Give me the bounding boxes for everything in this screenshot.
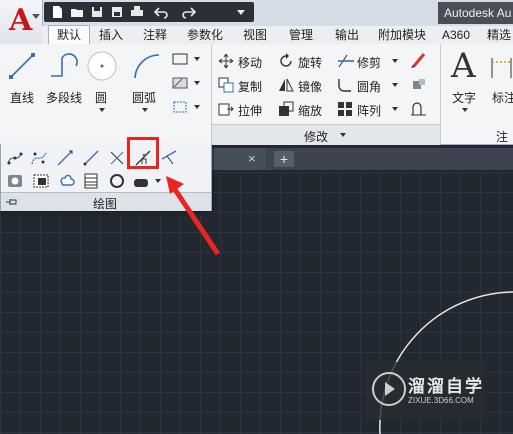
draw-panel-title: 绘图 (93, 197, 118, 211)
highlight-box (127, 137, 159, 169)
application-menu-button[interactable]: A (0, 0, 43, 45)
qat-dropdown-icon[interactable] (234, 5, 248, 19)
tab-a360[interactable]: A360 (438, 26, 474, 44)
fillet-icon[interactable] (337, 77, 353, 93)
app-title: Autodesk Au (438, 2, 513, 24)
modify-panel-footer[interactable]: 修改 (212, 124, 440, 145)
text-dropdown-icon[interactable] (462, 108, 468, 112)
pin-icon[interactable] (5, 197, 19, 207)
trim-label[interactable]: 修剪 (357, 54, 381, 71)
save-icon[interactable] (90, 5, 104, 19)
rectangle-dropdown-icon[interactable] (194, 57, 200, 61)
mirror-icon[interactable] (278, 77, 294, 93)
fillet-dropdown-icon[interactable] (392, 83, 398, 87)
array-label[interactable]: 阵列 (357, 102, 381, 119)
hatch-icon[interactable] (172, 76, 188, 90)
rotate-label[interactable]: 旋转 (298, 54, 322, 71)
text-icon[interactable]: A (451, 46, 476, 86)
red-arrow-annotation (166, 176, 221, 256)
arc-icon[interactable] (132, 52, 162, 80)
modify-panel-expand-icon (340, 133, 346, 137)
trim-icon[interactable] (337, 53, 355, 69)
rotate-icon[interactable] (278, 53, 294, 69)
quick-access-toolbar (44, 2, 254, 22)
tab-default[interactable]: 默认 (48, 25, 90, 46)
redo-icon[interactable] (182, 5, 196, 19)
circle-icon[interactable] (86, 50, 118, 82)
move-icon[interactable] (218, 53, 234, 69)
tab-addins[interactable]: 附加模块 (372, 26, 432, 44)
watermark-url: ZIXUE.3D66.COM (408, 396, 474, 405)
tab-output[interactable]: 输出 (330, 26, 364, 44)
circle-dropdown-icon[interactable] (99, 108, 105, 112)
polyline-button-label[interactable]: 多段线 (46, 89, 82, 106)
print-icon[interactable] (130, 5, 144, 19)
revision-cloud-icon[interactable] (59, 173, 75, 189)
rectangle-icon[interactable] (172, 52, 188, 66)
array-dropdown-icon[interactable] (392, 107, 398, 111)
boundary-icon[interactable] (172, 100, 188, 114)
arc-button-label[interactable]: 圆弧 (132, 89, 156, 106)
tab-view[interactable]: 视图 (238, 26, 272, 44)
arc-dropdown-icon[interactable] (142, 108, 148, 112)
donut-icon[interactable] (109, 173, 125, 189)
new-file-icon[interactable] (50, 5, 64, 19)
scale-label[interactable]: 缩放 (298, 102, 322, 119)
wipeout-icon[interactable] (33, 173, 49, 189)
array-icon[interactable] (337, 101, 353, 117)
polyline-icon[interactable] (48, 52, 78, 80)
watermark-name: 溜溜自学 (408, 377, 484, 396)
3d-polyline-icon[interactable] (133, 175, 149, 191)
tab-annotate[interactable]: 注释 (138, 26, 172, 44)
line-icon[interactable] (8, 52, 36, 80)
hatch-dropdown-icon[interactable] (194, 81, 200, 85)
tab-manage[interactable]: 管理 (284, 26, 318, 44)
measure-icon[interactable] (161, 150, 177, 166)
autocad-logo-icon: A (9, 3, 33, 38)
line-button-label[interactable]: 直线 (10, 89, 34, 106)
explode-icon[interactable] (410, 77, 428, 93)
construction-line-icon[interactable] (57, 150, 73, 166)
modify-panel-title: 修改 (304, 130, 329, 144)
panel-separator (440, 44, 441, 144)
stretch-label[interactable]: 拉伸 (238, 102, 262, 119)
ray-icon[interactable] (83, 150, 99, 166)
open-folder-icon[interactable] (70, 5, 84, 19)
fillet-label[interactable]: 圆角 (357, 78, 381, 95)
erase-icon[interactable] (410, 53, 428, 69)
watermark: 溜溜自学 ZIXUE.3D66.COM (366, 362, 484, 420)
tab-insert[interactable]: 插入 (94, 26, 128, 44)
move-label[interactable]: 移动 (238, 54, 262, 71)
offset-icon[interactable] (410, 101, 428, 117)
dimension-button-label[interactable]: 标注 (492, 89, 513, 106)
text-button-label[interactable]: 文字 (452, 89, 476, 106)
spline-fit-icon[interactable] (7, 150, 23, 166)
copy-label[interactable]: 复制 (238, 78, 262, 95)
annotation-panel-title: 注 (496, 130, 509, 144)
close-tab-button[interactable]: × (248, 151, 256, 166)
file-tab[interactable]: × (214, 148, 266, 170)
circle-button-label[interactable]: 圆 (95, 89, 107, 106)
watermark-play-icon (372, 372, 406, 406)
multiple-points-icon[interactable] (109, 150, 125, 166)
undo-icon[interactable] (154, 5, 168, 19)
dimension-icon[interactable] (490, 52, 513, 82)
table-icon[interactable] (83, 173, 99, 189)
chevron-down-icon (32, 14, 40, 19)
new-tab-button[interactable]: + (274, 151, 294, 167)
mirror-label[interactable]: 镜像 (298, 78, 322, 95)
save-as-icon[interactable] (110, 5, 124, 19)
trim-dropdown-icon[interactable] (392, 59, 398, 63)
tab-featured[interactable]: 精选 (482, 26, 513, 44)
ribbon-tab-row: 默认 插入 注释 参数化 视图 管理 输出 附加模块 A360 精选 (42, 25, 513, 46)
ribbon: 直线 多段线 圆 圆弧 移动 旋转 修剪 复制 镜像 圆角 拉伸 缩放 阵列 修… (0, 44, 513, 145)
stretch-icon[interactable] (218, 101, 234, 117)
tab-parametric[interactable]: 参数化 (182, 26, 228, 44)
scale-icon[interactable] (278, 101, 294, 117)
spline-cv-icon[interactable] (31, 150, 47, 166)
boundary-dropdown-icon[interactable] (194, 105, 200, 109)
copy-icon[interactable] (218, 77, 234, 93)
region-icon[interactable] (7, 173, 23, 189)
